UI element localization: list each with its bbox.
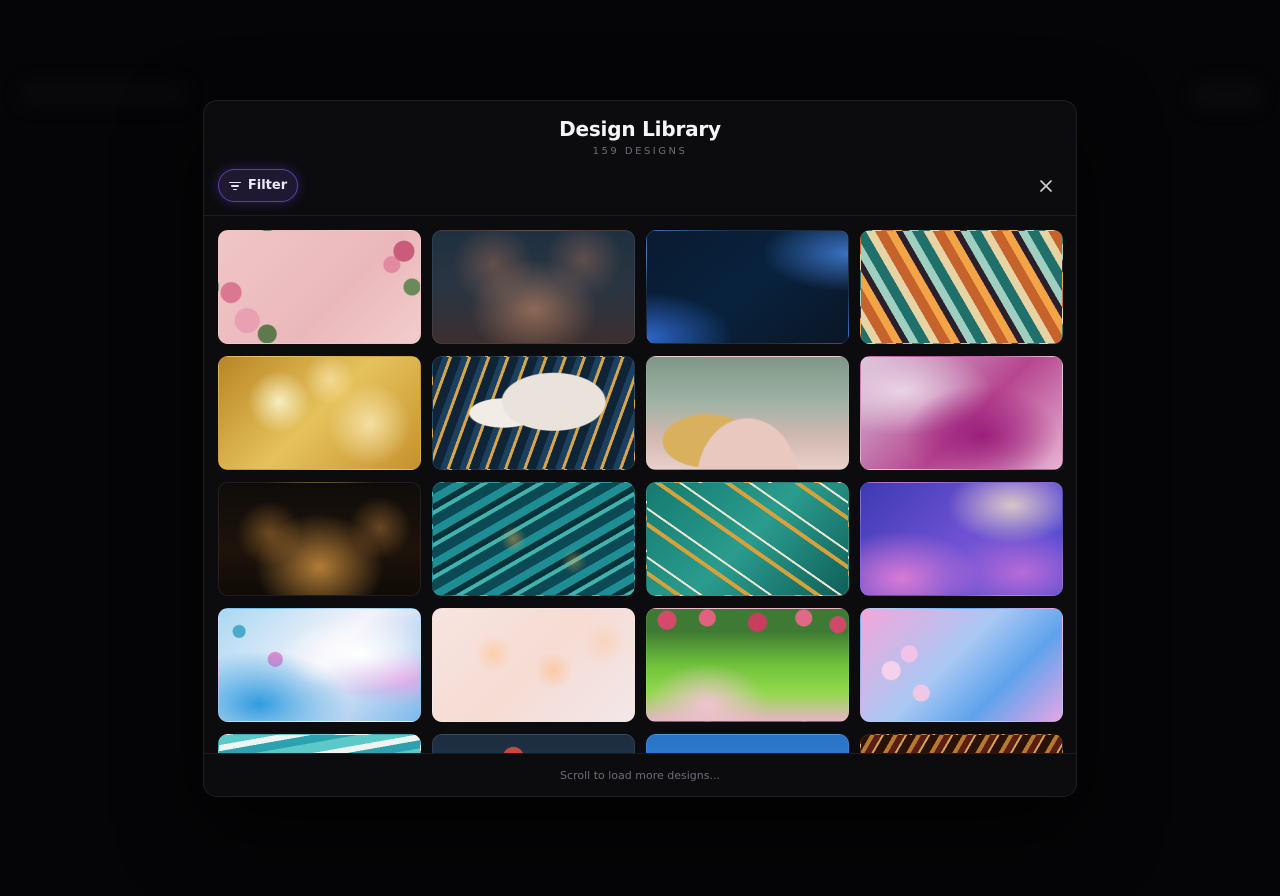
filter-button-label: Filter [247,178,288,193]
design-count: 159 DESIGNS [592,146,688,157]
design-card-bronze-leaves[interactable] [860,734,1063,754]
design-card-blue-waves[interactable] [646,230,849,344]
design-card-teal-swirl[interactable] [432,482,635,596]
design-card-green-roses[interactable] [646,608,849,722]
design-card-teal-gold-marble[interactable] [646,482,849,596]
background-logo [18,82,188,106]
modal-header: Design Library 159 DESIGNS Filter [204,101,1076,216]
design-card-gold-bokeh[interactable] [218,356,421,470]
design-card-sage-waves[interactable] [646,356,849,470]
design-library-modal: Design Library 159 DESIGNS Filter Scroll… [203,100,1077,797]
close-button[interactable] [1036,176,1056,196]
design-grid-scroll-area[interactable] [204,217,1076,754]
design-grid [218,230,1063,754]
design-card-teal-bokeh[interactable] [432,230,635,344]
design-card-aqua-marble[interactable] [218,734,421,754]
modal-title: Design Library [559,117,721,141]
design-card-striped-abstract[interactable] [860,230,1063,344]
design-card-magenta-ink[interactable] [860,356,1063,470]
design-card-pink-floral[interactable] [218,230,421,344]
design-card-peach-bokeh[interactable] [432,608,635,722]
design-card-purple-ink[interactable] [860,482,1063,596]
filter-lines-icon [228,181,241,191]
design-card-gold-glitter[interactable] [218,482,421,596]
background-button [1192,82,1262,108]
design-card-pastel-blossom[interactable] [860,608,1063,722]
design-card-navy-marble[interactable] [432,356,635,470]
filter-button[interactable]: Filter [218,169,298,202]
close-x-icon [1040,180,1052,192]
design-card-comic-pop[interactable] [646,734,849,754]
load-more-text: Scroll to load more designs... [560,768,720,782]
load-more-footer: Scroll to load more designs... [204,753,1076,796]
design-card-vintage-floral[interactable] [432,734,635,754]
design-card-blue-floral[interactable] [218,608,421,722]
